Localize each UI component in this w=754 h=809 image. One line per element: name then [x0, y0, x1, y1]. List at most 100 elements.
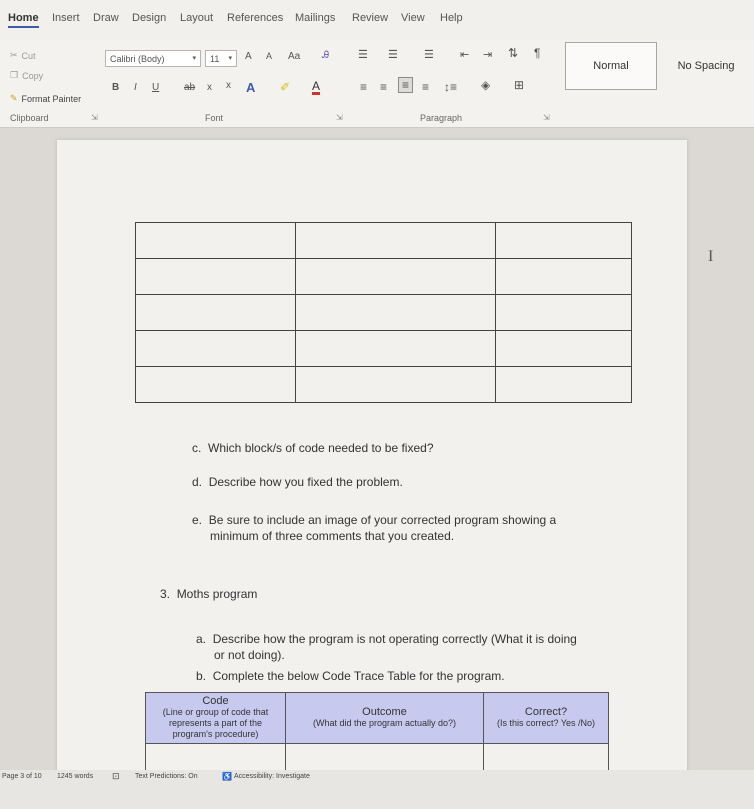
sort-icon[interactable]: ⇅	[508, 46, 518, 60]
table-cell[interactable]	[495, 366, 632, 403]
table-cell[interactable]	[285, 743, 484, 774]
accessibility-status[interactable]: Accessibility: Investigate	[234, 773, 310, 780]
table-cell[interactable]	[295, 294, 496, 331]
table-cell[interactable]	[135, 366, 296, 403]
strikethrough-button[interactable]: ab	[184, 82, 195, 93]
font-name-select[interactable]: Calibri (Body) ▾	[105, 50, 201, 67]
font-name-value: Calibri (Body)	[110, 54, 165, 64]
paragraph-launcher-icon[interactable]: ⇲	[543, 113, 550, 122]
tab-design[interactable]: Design	[132, 12, 166, 24]
tab-review[interactable]: Review	[352, 12, 388, 24]
format-painter-button[interactable]: ✎ Format Painter	[10, 93, 81, 104]
table-cell[interactable]	[483, 743, 609, 774]
increase-indent-icon[interactable]: ⇥	[483, 48, 492, 61]
table-row	[135, 366, 632, 403]
change-case-button[interactable]: Aa	[288, 51, 300, 62]
shading-icon[interactable]: ◈	[481, 78, 490, 92]
justify-icon[interactable]: ≡	[422, 80, 429, 94]
question-text: Moths program	[176, 587, 258, 601]
style-no-spacing[interactable]: No Spacing	[662, 42, 750, 90]
tab-layout[interactable]: Layout	[180, 12, 213, 24]
question-letter: c.	[192, 441, 202, 455]
table-cell[interactable]	[135, 330, 296, 367]
align-left-icon[interactable]: ≡	[360, 80, 367, 94]
code-column-header[interactable]: Code (Line or group of code that represe…	[145, 692, 286, 744]
table-row	[135, 330, 632, 367]
outcome-column-header[interactable]: Outcome (What did the program actually d…	[285, 692, 484, 744]
underline-button[interactable]: U	[152, 82, 159, 93]
scissors-icon: ✂	[10, 50, 18, 60]
shrink-font-button[interactable]: A	[266, 51, 272, 61]
align-center-icon[interactable]: ≡	[380, 80, 387, 94]
table-cell[interactable]	[495, 330, 632, 367]
tab-help[interactable]: Help	[440, 12, 463, 24]
header-title: Code	[202, 695, 229, 707]
question-3a-line2: or not doing).	[214, 648, 285, 662]
superscript-button[interactable]: x	[226, 80, 231, 91]
clipboard-launcher-icon[interactable]: ⇲	[91, 113, 98, 122]
table-cell[interactable]	[295, 258, 496, 295]
proofing-icon[interactable]: ⊡	[112, 771, 120, 782]
ribbon-tabs: Home Insert Draw Design Layout Reference…	[0, 0, 754, 40]
font-size-value: 11	[210, 54, 220, 64]
table-cell[interactable]	[495, 294, 632, 331]
style-normal[interactable]: Normal	[565, 42, 657, 90]
tab-insert[interactable]: Insert	[52, 12, 80, 24]
table-cell[interactable]	[135, 294, 296, 331]
table-cell[interactable]	[135, 258, 296, 295]
word-count[interactable]: 1245 words	[57, 773, 93, 780]
cut-label: Cut	[21, 50, 36, 61]
format-painter-label: Format Painter	[21, 93, 82, 104]
table-cell[interactable]	[295, 330, 496, 367]
table-cell[interactable]	[295, 222, 496, 259]
align-right-icon[interactable]: ≡	[398, 77, 414, 93]
font-size-select[interactable]: 11 ▾	[205, 50, 237, 67]
text-effects-icon[interactable]: A	[246, 80, 255, 95]
line-spacing-icon[interactable]: ↕≡	[444, 80, 457, 94]
question-letter: d.	[192, 475, 203, 489]
clear-formatting-icon[interactable]: Ꭿ	[322, 50, 329, 61]
cut-button[interactable]: ✂ Cut	[10, 50, 36, 61]
paintbrush-icon: ✎	[10, 93, 18, 103]
accessibility-icon: ♿	[222, 772, 232, 781]
question-c: c. Which block/s of code needed to be fi…	[192, 440, 434, 456]
header-subtitle: (What did the program actually do?)	[312, 718, 457, 728]
page-count[interactable]: Page 3 of 10	[2, 773, 42, 780]
tab-home[interactable]: Home	[8, 12, 39, 28]
copy-button[interactable]: ❐ Copy	[10, 70, 43, 81]
multilevel-list-icon[interactable]: ☰	[424, 48, 434, 61]
tab-mailings[interactable]: Mailings	[295, 12, 335, 24]
show-formatting-button[interactable]: ¶	[534, 46, 540, 60]
empty-table[interactable]	[135, 222, 632, 403]
style-no-spacing-label: No Spacing	[677, 60, 735, 72]
copy-label: Copy	[22, 70, 44, 81]
question-letter: e.	[192, 513, 203, 527]
bold-button[interactable]: B	[112, 82, 119, 93]
font-launcher-icon[interactable]: ⇲	[336, 113, 343, 122]
italic-button[interactable]: I	[134, 82, 137, 93]
highlighter-icon[interactable]: ✐	[280, 80, 290, 94]
tab-view[interactable]: View	[401, 12, 425, 24]
decrease-indent-icon[interactable]: ⇤	[460, 48, 469, 61]
tab-draw[interactable]: Draw	[93, 12, 119, 24]
code-trace-table[interactable]: Code (Line or group of code that represe…	[145, 692, 609, 774]
table-cell[interactable]	[495, 222, 632, 259]
subscript-button[interactable]: x	[207, 82, 212, 93]
grow-font-button[interactable]: A	[245, 51, 252, 62]
clipboard-group-label: Clipboard	[10, 113, 49, 123]
table-cell[interactable]	[145, 743, 286, 774]
font-color-button[interactable]: A	[312, 80, 321, 95]
table-cell[interactable]	[135, 222, 296, 259]
borders-icon[interactable]: ⊞	[514, 78, 524, 92]
font-group-label: Font	[205, 113, 224, 123]
bullets-icon[interactable]: ☰	[358, 48, 368, 61]
question-number: 3.	[160, 587, 171, 601]
numbering-icon[interactable]: ☰	[388, 48, 398, 61]
table-cell[interactable]	[295, 366, 496, 403]
tab-references[interactable]: References	[227, 12, 283, 24]
text-predictions-status[interactable]: Text Predictions: On	[135, 773, 198, 780]
table-cell[interactable]	[495, 258, 632, 295]
question-3: 3. Moths program	[160, 586, 257, 602]
correct-column-header[interactable]: Correct? (Is this correct? Yes /No)	[483, 692, 609, 744]
question-text: Complete the below Code Trace Table for …	[212, 669, 505, 683]
